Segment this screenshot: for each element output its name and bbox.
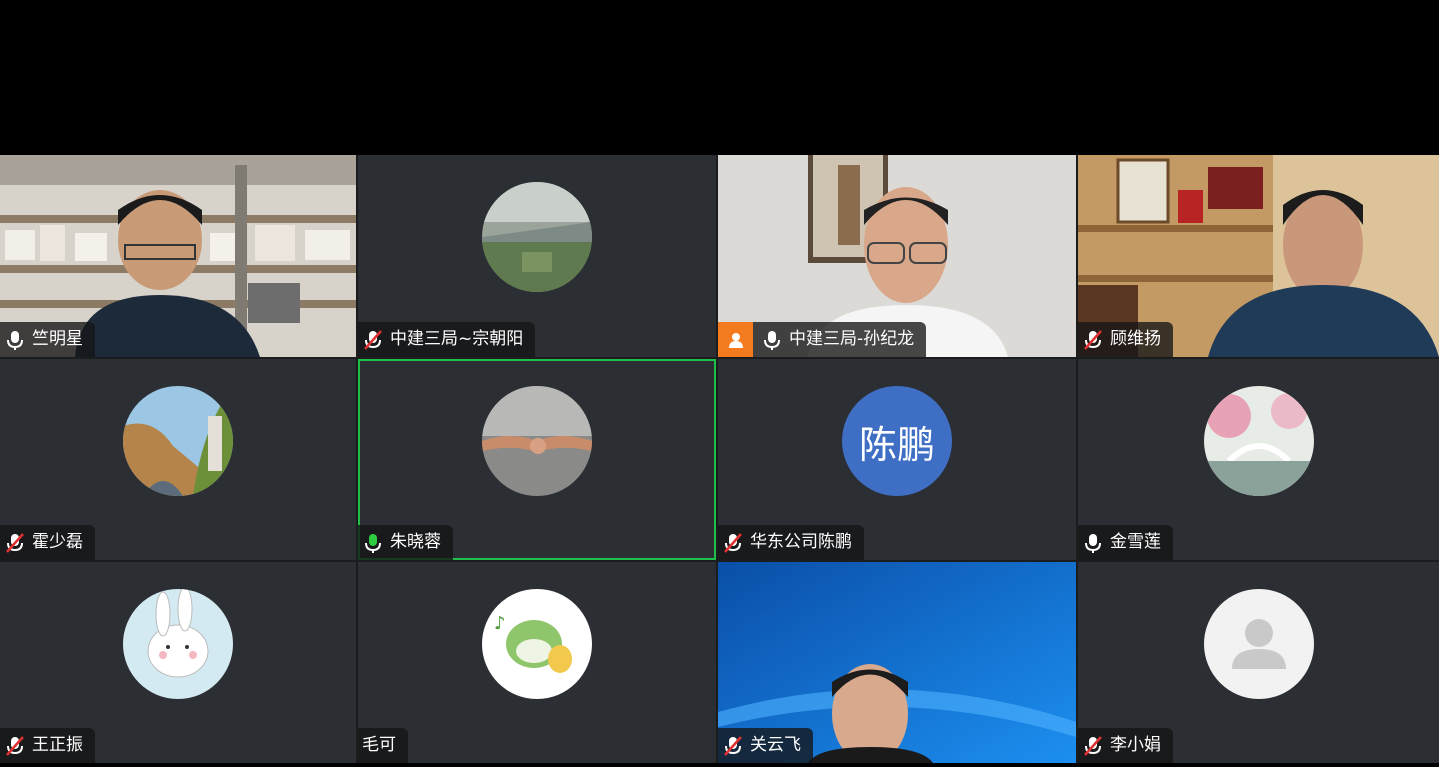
video-gallery: 竺明星 中建三局~宗朝阳 中建三局-孙纪龙 顾维扬 霍少磊 朱晓蓉 陈鹏 华东公… [0, 155, 1439, 763]
participant-name: 中建三局-孙纪龙 [789, 329, 915, 349]
svg-text:♪: ♪ [494, 613, 506, 634]
participant-nameplate: 毛可 [358, 728, 408, 763]
participant-tile[interactable]: ♪ 毛可 [358, 562, 716, 763]
participant-name: 竺明星 [32, 329, 83, 349]
participant-name: 中建三局~宗朝阳 [390, 329, 524, 349]
participant-name: 朱晓蓉 [390, 532, 441, 552]
participant-tile[interactable]: 中建三局~宗朝阳 [358, 155, 716, 357]
muted-microphone-icon [724, 532, 742, 553]
participant-tile[interactable]: 竺明星 [0, 155, 356, 357]
participant-name: 王正振 [32, 735, 83, 755]
muted-microphone-icon [1084, 329, 1102, 350]
participant-tile[interactable]: 陈鹏 华东公司陈鹏 [718, 359, 1076, 560]
participant-nameplate: 朱晓蓉 [358, 525, 453, 560]
participant-name: 关云飞 [750, 735, 801, 755]
participant-nameplate: 中建三局-孙纪龙 [718, 322, 927, 357]
participant-avatar [123, 589, 233, 699]
participant-nameplate: 王正振 [0, 728, 95, 763]
participant-name: 顾维扬 [1110, 329, 1161, 349]
participant-name: 华东公司陈鹏 [750, 532, 852, 552]
participant-avatar [482, 182, 592, 292]
participant-nameplate: 金雪莲 [1078, 525, 1173, 560]
participant-nameplate: 关云飞 [718, 728, 813, 763]
muted-microphone-icon [364, 329, 382, 350]
microphone-icon [7, 330, 23, 350]
participant-tile[interactable]: 关云飞 [718, 562, 1076, 763]
microphone-icon [764, 330, 780, 350]
participant-tile[interactable]: 金雪莲 [1078, 359, 1439, 560]
muted-microphone-icon [1084, 735, 1102, 756]
participant-avatar [1203, 386, 1314, 496]
muted-microphone-icon [6, 735, 24, 756]
participant-tile[interactable]: 李小娟 [1078, 562, 1439, 763]
participant-nameplate: 李小娟 [1078, 728, 1173, 763]
participant-avatar [482, 386, 592, 496]
participant-tile[interactable]: 顾维扬 [1078, 155, 1439, 357]
active-microphone-icon [365, 533, 381, 553]
participant-avatar [123, 386, 233, 496]
participant-nameplate: 顾维扬 [1078, 322, 1173, 357]
participant-nameplate: 华东公司陈鹏 [718, 525, 864, 560]
participant-nameplate: 中建三局~宗朝阳 [358, 322, 536, 357]
participant-avatar: ♪ [482, 589, 592, 699]
participant-name: 毛可 [362, 735, 396, 755]
participant-nameplate: 霍少磊 [0, 525, 95, 560]
microphone-icon [1085, 533, 1101, 553]
participant-nameplate: 竺明星 [0, 322, 95, 357]
participant-name: 金雪莲 [1110, 532, 1161, 552]
participant-tile[interactable]: 王正振 [0, 562, 356, 763]
user-icon [718, 322, 753, 357]
participant-initials-avatar: 陈鹏 [842, 386, 952, 496]
default-avatar [1203, 589, 1314, 699]
muted-microphone-icon [724, 735, 742, 756]
muted-microphone-icon [6, 532, 24, 553]
participant-tile-active-speaker[interactable]: 朱晓蓉 [358, 359, 716, 560]
participant-tile[interactable]: 霍少磊 [0, 359, 356, 560]
participant-name: 李小娟 [1110, 735, 1161, 755]
participant-name: 霍少磊 [32, 532, 83, 552]
participant-tile[interactable]: 中建三局-孙纪龙 [718, 155, 1076, 357]
